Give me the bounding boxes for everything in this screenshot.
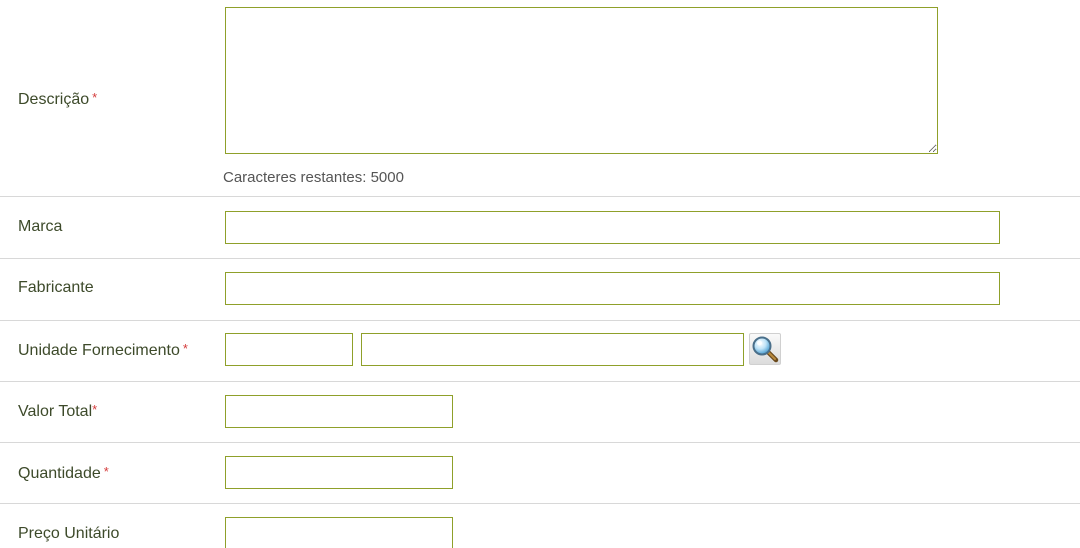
row-marca: Marca — [0, 197, 1080, 259]
fabricante-label: Fabricante — [18, 279, 94, 296]
descricao-label-text: Descrição — [18, 91, 90, 108]
row-preco-unitario: Preço Unitário — [0, 504, 1080, 548]
quantidade-label-text: Quantidade — [18, 465, 101, 482]
quantidade-input[interactable] — [225, 456, 453, 489]
valor-total-input[interactable] — [225, 395, 453, 428]
unidade-description-input[interactable] — [361, 333, 744, 366]
magnifier-search-icon — [750, 334, 780, 364]
descricao-label: Descrição * — [18, 90, 97, 109]
row-fabricante: Fabricante — [0, 259, 1080, 321]
product-form: Descrição * Caracteres restantes: 5000 Ma… — [0, 0, 1080, 548]
row-valor-total: Valor Total* — [0, 382, 1080, 443]
row-unidade-fornecimento: Unidade Fornecimento * — [0, 321, 1080, 382]
fabricante-input[interactable] — [225, 272, 1000, 305]
valor-total-label-text: Valor Total — [18, 403, 93, 420]
marca-input[interactable] — [225, 211, 1000, 244]
marca-label: Marca — [18, 218, 63, 235]
required-mark: * — [103, 464, 109, 479]
valor-total-label: Valor Total* — [18, 402, 97, 421]
descricao-textarea[interactable] — [225, 7, 938, 154]
unidade-fornecimento-label: Unidade Fornecimento * — [18, 341, 188, 360]
quantidade-label: Quantidade * — [18, 464, 109, 483]
row-descricao: Descrição * Caracteres restantes: 5000 — [0, 0, 1080, 197]
preco-unitario-label: Preço Unitário — [18, 525, 120, 542]
required-mark: * — [92, 90, 98, 105]
row-quantidade: Quantidade * — [0, 443, 1080, 504]
unidade-lookup-button[interactable] — [749, 333, 781, 365]
chars-remaining-hint: Caracteres restantes: 5000 — [223, 169, 404, 186]
chars-remaining-count: 5000 — [370, 169, 404, 186]
chars-remaining-label: Caracteres restantes: — [223, 169, 367, 186]
required-mark: * — [182, 341, 188, 356]
unidade-code-input[interactable] — [225, 333, 353, 366]
required-mark: * — [92, 402, 98, 417]
unidade-fornecimento-label-text: Unidade Fornecimento — [18, 342, 180, 359]
preco-unitario-input[interactable] — [225, 517, 453, 548]
